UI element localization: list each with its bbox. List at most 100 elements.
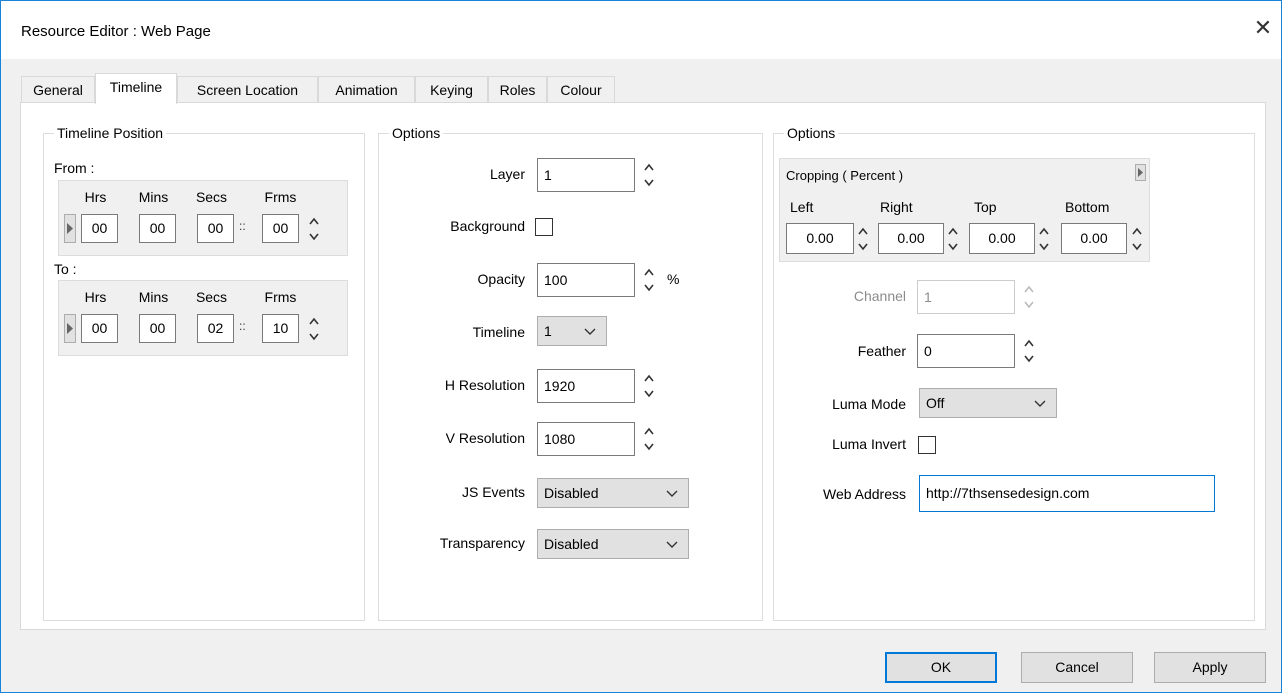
luma-invert-label: Luma Invert [832,436,906,452]
crop-left-spinner[interactable] [856,223,870,255]
chevron-down-icon [666,541,678,548]
crop-bottom-spinner[interactable] [1130,223,1144,255]
spin-arrows-icon [309,317,319,341]
chevron-down-icon [666,490,678,497]
channel-spinner[interactable] [1022,281,1036,313]
layer-label: Layer [489,166,525,182]
h-resolution-spinner[interactable] [642,370,656,402]
cancel-button[interactable]: Cancel [1021,652,1133,683]
spin-arrows-icon [309,217,319,241]
options-center-legend: Options [389,125,444,141]
layer-input[interactable]: 1 [537,158,635,192]
tab-animation[interactable]: Animation [318,76,415,103]
spin-arrows-icon [644,163,654,187]
luma-invert-checkbox[interactable] [918,436,936,454]
crop-top-input[interactable]: 0.00 [969,223,1035,254]
spin-arrows-icon [644,374,654,398]
cropping-panel: Cropping ( Percent ) Left Right Top Bott… [779,158,1150,262]
transparency-select[interactable]: Disabled [537,529,689,559]
to-timecode-panel: Hrs Mins Secs Frms 00 00 02 :: 10 [58,280,348,356]
crop-left-input[interactable]: 0.00 [786,223,854,254]
from-secs-field[interactable]: 00 [197,214,234,243]
from-spinner[interactable] [307,213,321,245]
luma-mode-label: Luma Mode [832,396,906,412]
crop-top-header: Top [974,199,997,215]
tab-colour[interactable]: Colour [547,76,615,103]
luma-mode-select-value: Off [926,395,945,411]
layer-spinner[interactable] [642,159,656,191]
web-address-input[interactable]: http://7thsensedesign.com [919,475,1215,512]
crop-right-input[interactable]: 0.00 [878,223,944,254]
spin-arrows-icon [644,427,654,451]
channel-input[interactable]: 1 [917,280,1015,314]
opacity-unit: % [667,271,680,287]
to-spinner[interactable] [307,313,321,345]
chevron-down-icon [1034,400,1046,407]
timeline-select[interactable]: 1 [537,316,607,346]
to-hrs-field[interactable]: 00 [81,314,118,343]
crop-bottom-input[interactable]: 0.00 [1061,223,1127,254]
feather-input[interactable]: 0 [917,334,1015,368]
spin-arrows-icon [858,227,868,251]
from-mins-header: Mins [138,189,169,205]
tab-keying[interactable]: Keying [415,76,488,103]
transparency-label: Transparency [439,535,525,551]
background-label: Background [450,218,525,234]
timeline-label: Timeline [472,324,525,340]
options-center-group: Options Layer 1 Background Opacity 100 %… [378,125,763,621]
opacity-input[interactable]: 100 [537,263,635,297]
options-right-legend: Options [784,125,839,141]
js-events-select-value: Disabled [544,485,599,501]
feather-spinner[interactable] [1022,335,1036,367]
opacity-spinner[interactable] [642,264,656,296]
h-resolution-input[interactable]: 1920 [537,369,635,403]
options-right-group: Options Cropping ( Percent ) Left Right … [773,125,1255,621]
tab-screen-location[interactable]: Screen Location [177,76,318,103]
to-expand-button[interactable] [64,314,76,343]
from-mins-field[interactable]: 00 [139,214,176,243]
close-icon[interactable]: ✕ [1250,15,1276,41]
to-mins-header: Mins [138,289,169,305]
tab-page: Timeline Position From : Hrs Mins Secs F… [20,102,1266,630]
apply-button[interactable]: Apply [1154,652,1266,683]
to-frms-header: Frms [264,289,297,305]
spin-arrows-icon [1132,227,1142,251]
ok-button[interactable]: OK [885,652,997,683]
cropping-expand-button[interactable] [1135,164,1146,181]
to-secs-field[interactable]: 02 [197,314,234,343]
timeline-position-legend: Timeline Position [54,125,167,141]
crop-top-spinner[interactable] [1037,223,1051,255]
v-resolution-input[interactable]: 1080 [537,422,635,456]
to-separator: :: [239,319,246,333]
transparency-select-value: Disabled [544,536,599,552]
timeline-select-value: 1 [544,323,552,339]
from-frms-header: Frms [264,189,297,205]
chevron-down-icon [584,328,596,335]
to-mins-field[interactable]: 00 [139,314,176,343]
spin-arrows-icon [1039,227,1049,251]
window-title: Resource Editor : Web Page [21,23,211,40]
web-address-label: Web Address [822,486,906,502]
luma-mode-select[interactable]: Off [919,388,1057,418]
js-events-select[interactable]: Disabled [537,478,689,508]
tab-general[interactable]: General [21,76,95,103]
from-timecode-panel: Hrs Mins Secs Frms 00 00 00 :: 00 [58,180,348,256]
crop-right-header: Right [880,199,913,215]
from-expand-button[interactable] [64,214,76,243]
v-resolution-spinner[interactable] [642,423,656,455]
crop-right-spinner[interactable] [946,223,960,255]
from-frms-field[interactable]: 00 [262,214,299,243]
h-resolution-label: H Resolution [444,377,525,393]
tab-timeline[interactable]: Timeline [95,73,177,104]
spin-arrows-icon [644,268,654,292]
to-frms-field[interactable]: 10 [262,314,299,343]
feather-label: Feather [857,343,906,359]
spin-arrows-icon [1024,339,1034,363]
tab-roles[interactable]: Roles [488,76,547,103]
background-checkbox[interactable] [535,218,553,236]
play-arrow-icon [67,323,73,334]
to-label: To : [54,261,77,277]
v-resolution-label: V Resolution [445,430,525,446]
from-hrs-field[interactable]: 00 [81,214,118,243]
opacity-label: Opacity [477,271,525,287]
